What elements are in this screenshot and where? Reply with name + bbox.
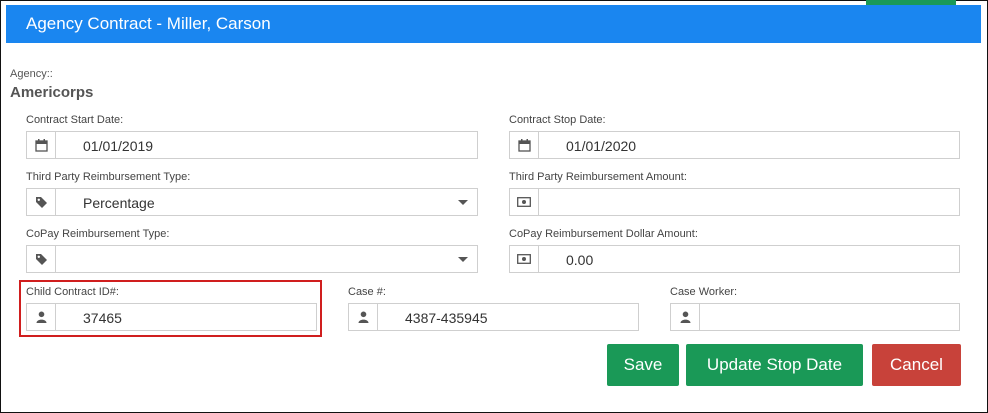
- copay-type-select[interactable]: [26, 245, 478, 273]
- tag-icon: [27, 246, 56, 272]
- modal-header: Agency Contract - Miller, Carson: [6, 5, 981, 43]
- modal-title: Agency Contract - Miller, Carson: [26, 14, 271, 33]
- user-icon: [27, 304, 56, 330]
- user-icon: [671, 304, 700, 330]
- contract-stop-date-field[interactable]: 01/01/2020: [509, 131, 960, 159]
- contract-start-date-value: 01/01/2019: [83, 138, 154, 154]
- contract-stop-date-value: 01/01/2020: [566, 138, 637, 154]
- copay-amount-input[interactable]: 0.00: [509, 245, 960, 273]
- case-worker-label: Case Worker:: [670, 286, 738, 298]
- agency-value: Americorps: [10, 84, 94, 101]
- child-contract-id-label: Child Contract ID#:: [26, 286, 119, 298]
- agency-label: Agency::: [10, 68, 53, 80]
- chevron-down-icon[interactable]: [449, 246, 477, 272]
- user-icon: [349, 304, 378, 330]
- third-party-type-value: Percentage: [83, 195, 155, 211]
- contract-start-date-label: Contract Start Date:: [26, 114, 124, 126]
- third-party-amount-input[interactable]: [509, 188, 960, 216]
- chevron-down-icon[interactable]: [449, 189, 477, 215]
- child-contract-id-value: 37465: [83, 310, 122, 326]
- money-icon: [510, 189, 539, 215]
- third-party-type-select[interactable]: Percentage: [26, 188, 478, 216]
- calendar-icon[interactable]: [27, 132, 56, 158]
- case-worker-input[interactable]: [670, 303, 960, 331]
- calendar-icon[interactable]: [510, 132, 539, 158]
- copay-amount-value: 0.00: [566, 252, 594, 268]
- cancel-button[interactable]: Cancel: [872, 344, 961, 386]
- save-button[interactable]: Save: [607, 344, 679, 386]
- third-party-type-label: Third Party Reimbursement Type:: [26, 171, 191, 183]
- case-number-input[interactable]: 4387-435945: [348, 303, 639, 331]
- contract-start-date-field[interactable]: 01/01/2019: [26, 131, 478, 159]
- update-stop-date-button[interactable]: Update Stop Date: [686, 344, 863, 386]
- contract-stop-date-label: Contract Stop Date:: [509, 114, 606, 126]
- tag-icon: [27, 189, 56, 215]
- child-contract-id-input[interactable]: 37465: [26, 303, 317, 331]
- money-icon: [510, 246, 539, 272]
- copay-amount-label: CoPay Reimbursement Dollar Amount:: [509, 228, 698, 240]
- copay-type-label: CoPay Reimbursement Type:: [26, 228, 170, 240]
- case-number-label: Case #:: [348, 286, 386, 298]
- case-number-value: 4387-435945: [405, 310, 488, 326]
- third-party-amount-label: Third Party Reimbursement Amount:: [509, 171, 687, 183]
